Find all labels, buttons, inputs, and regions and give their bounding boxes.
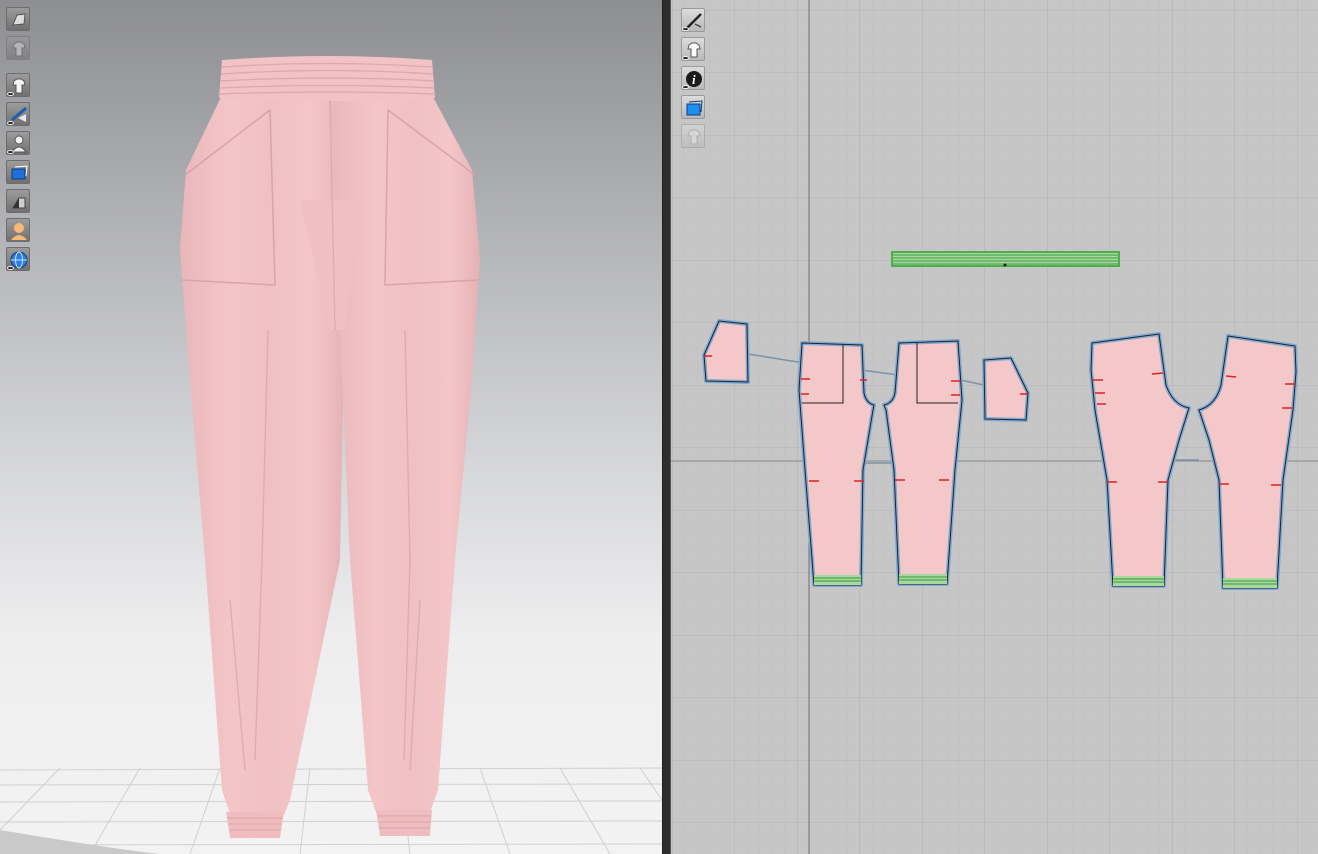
pattern-piece-back-right[interactable] (1197, 334, 1298, 590)
pattern-info-icon[interactable]: i (681, 66, 705, 90)
avatar-skin-icon[interactable] (6, 218, 30, 242)
pattern-piece-pocket-right[interactable] (982, 356, 1030, 422)
svg-text:i: i (692, 72, 696, 87)
view-splitter[interactable] (662, 0, 671, 854)
pattern-piece-front-right[interactable] (882, 339, 964, 586)
pattern-piece-pocket-left[interactable] (702, 319, 750, 384)
display-avatar-icon[interactable] (6, 7, 30, 31)
show-avatar-icon[interactable] (6, 131, 30, 155)
garment-3d-trousers[interactable] (0, 0, 662, 854)
pattern-piece-front-left[interactable] (797, 341, 876, 587)
show-seamlines-icon[interactable] (681, 8, 705, 32)
texture-2d-icon[interactable] (681, 95, 705, 119)
show-pins-icon[interactable] (6, 102, 30, 126)
show-garment-icon[interactable] (6, 73, 30, 97)
display-garment-icon[interactable] (6, 36, 30, 60)
shading-icon[interactable] (6, 189, 30, 213)
pattern-piece-waistband[interactable] (891, 251, 1120, 267)
show-garment-2d-icon[interactable] (681, 37, 705, 61)
2d-pattern-viewport[interactable]: i (671, 0, 1318, 854)
3d-viewport[interactable] (0, 0, 662, 854)
2d-view-toolbar: i (681, 8, 705, 153)
pattern-pieces (702, 251, 1298, 590)
lock-garment-icon[interactable] (681, 124, 705, 148)
pattern-piece-back-left[interactable] (1089, 332, 1191, 588)
environment-globe-icon[interactable] (6, 247, 30, 271)
texture-display-icon[interactable] (6, 160, 30, 184)
3d-view-toolbar (6, 7, 30, 276)
